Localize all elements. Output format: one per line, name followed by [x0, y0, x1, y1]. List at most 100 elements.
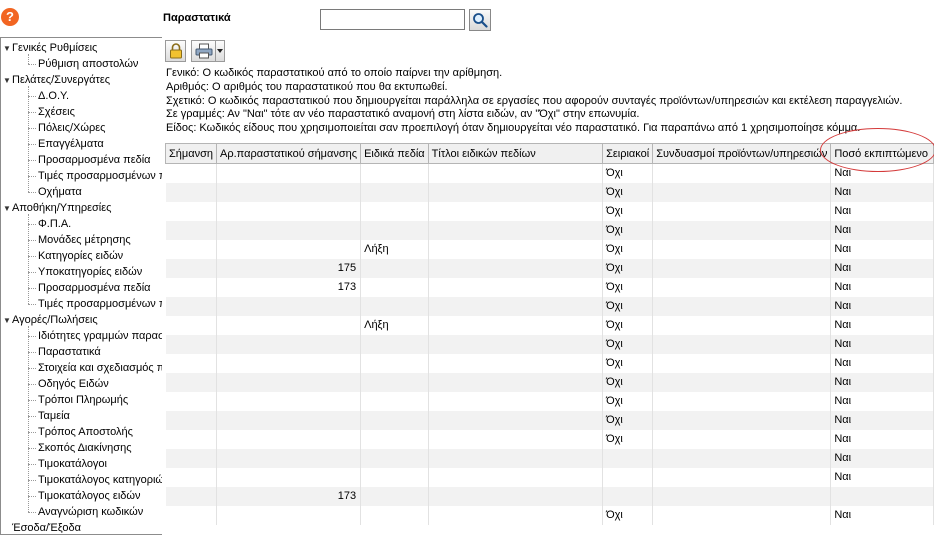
table-row[interactable]: Λήξη Όχι Ναι	[165, 239, 934, 259]
table-cell[interactable]: Ναι	[830, 296, 934, 316]
table-cell[interactable]	[652, 334, 832, 354]
column-header[interactable]: Αρ.παραστατικού σήμανσης	[216, 143, 362, 164]
table-cell[interactable]	[165, 353, 218, 373]
column-header[interactable]: Ποσό εκπιπτώμενο	[830, 143, 934, 164]
table-cell[interactable]	[165, 410, 218, 430]
table-cell[interactable]: Όχι	[602, 315, 654, 335]
table-row[interactable]: Όχι Ναι	[165, 391, 934, 411]
sidebar-item[interactable]: Τιμοκατάλογοι	[38, 456, 107, 472]
table-cell[interactable]	[428, 163, 604, 183]
search-button[interactable]	[469, 9, 491, 31]
table-cell[interactable]	[428, 315, 604, 335]
table-cell[interactable]	[360, 163, 429, 183]
table-cell[interactable]	[360, 391, 429, 411]
table-cell[interactable]	[360, 429, 429, 449]
table-cell[interactable]	[165, 372, 218, 392]
table-cell[interactable]	[165, 182, 218, 202]
table-cell[interactable]	[602, 486, 654, 506]
print-button[interactable]	[191, 40, 216, 62]
table-cell[interactable]	[652, 372, 832, 392]
table-cell[interactable]	[428, 182, 604, 202]
table-cell[interactable]	[360, 220, 429, 240]
sidebar-group-1[interactable]: ▼Πελάτες/Συνεργάτες	[3, 72, 110, 88]
expand-arrow-icon[interactable]: ▼	[3, 201, 12, 217]
table-cell[interactable]	[216, 448, 362, 468]
table-cell[interactable]	[360, 334, 429, 354]
sidebar-item[interactable]: Κατηγορίες ειδών	[38, 248, 123, 264]
table-cell[interactable]	[360, 258, 429, 278]
table-row[interactable]: Όχι Ναι	[165, 182, 934, 202]
table-cell[interactable]	[216, 163, 362, 183]
table-cell[interactable]	[428, 486, 604, 506]
table-row[interactable]: Όχι Ναι	[165, 334, 934, 354]
table-cell[interactable]	[165, 163, 218, 183]
sidebar-group-2[interactable]: ▼Αποθήκη/Υπηρεσίες	[3, 200, 111, 216]
table-cell[interactable]	[216, 201, 362, 221]
table-row[interactable]: 173 Όχι Ναι	[165, 277, 934, 297]
table-cell[interactable]	[360, 277, 429, 297]
table-row[interactable]: Όχι Ναι	[165, 220, 934, 240]
table-cell[interactable]: Όχι	[602, 201, 654, 221]
table-cell[interactable]	[360, 486, 429, 506]
sidebar-item[interactable]: Προσαρμοσμένα πεδία	[38, 280, 151, 296]
table-cell[interactable]	[165, 486, 218, 506]
table-row[interactable]: Όχι Ναι	[165, 372, 934, 392]
table-cell[interactable]: Όχι	[602, 353, 654, 373]
table-cell[interactable]	[165, 391, 218, 411]
table-cell[interactable]	[216, 220, 362, 240]
table-cell[interactable]	[165, 239, 218, 259]
table-cell[interactable]	[652, 239, 832, 259]
table-cell[interactable]	[428, 391, 604, 411]
table-cell[interactable]: Ναι	[830, 391, 934, 411]
table-cell[interactable]	[428, 467, 604, 487]
table-cell[interactable]	[652, 467, 832, 487]
table-cell[interactable]	[216, 467, 362, 487]
table-cell[interactable]	[216, 296, 362, 316]
table-row[interactable]: 175 Όχι Ναι	[165, 258, 934, 278]
table-cell[interactable]	[428, 277, 604, 297]
table-cell[interactable]	[652, 182, 832, 202]
table-cell[interactable]: Ναι	[830, 353, 934, 373]
table-cell[interactable]	[360, 448, 429, 468]
table-cell[interactable]: Όχι	[602, 334, 654, 354]
table-cell[interactable]	[830, 486, 934, 506]
table-cell[interactable]	[360, 296, 429, 316]
table-cell[interactable]: Ναι	[830, 239, 934, 259]
table-cell[interactable]	[165, 201, 218, 221]
table-cell[interactable]	[428, 258, 604, 278]
table-cell[interactable]	[652, 391, 832, 411]
table-cell[interactable]	[165, 315, 218, 335]
table-cell[interactable]: Όχι	[602, 163, 654, 183]
sidebar-item[interactable]: Ταμεία	[38, 408, 70, 424]
table-cell[interactable]	[428, 353, 604, 373]
table-cell[interactable]	[216, 315, 362, 335]
table-cell[interactable]	[428, 505, 604, 525]
table-row[interactable]: Όχι Ναι	[165, 429, 934, 449]
table-cell[interactable]: Όχι	[602, 296, 654, 316]
sidebar-item[interactable]: Ιδιότητες γραμμών παραστ	[38, 328, 162, 344]
table-cell[interactable]: Ναι	[830, 163, 934, 183]
sidebar-item[interactable]: Σχέσεις	[38, 104, 75, 120]
help-icon[interactable]: ?	[1, 8, 19, 26]
table-cell[interactable]	[428, 296, 604, 316]
table-cell[interactable]	[360, 182, 429, 202]
table-cell[interactable]	[652, 220, 832, 240]
table-cell[interactable]	[216, 372, 362, 392]
sidebar-item[interactable]: Πόλεις/Χώρες	[38, 120, 105, 136]
table-cell[interactable]: Ναι	[830, 258, 934, 278]
print-options-dropdown[interactable]	[215, 40, 225, 62]
sidebar-item[interactable]: Τιμές προσαρμοσμένων πεδ	[38, 168, 162, 184]
table-cell[interactable]	[428, 334, 604, 354]
search-input[interactable]	[320, 9, 465, 30]
table-cell[interactable]	[428, 372, 604, 392]
table-cell[interactable]	[428, 410, 604, 430]
table-cell[interactable]	[360, 467, 429, 487]
table-cell[interactable]	[428, 239, 604, 259]
table-row[interactable]: Όχι Ναι	[165, 296, 934, 316]
table-cell[interactable]: Ναι	[830, 467, 934, 487]
table-cell[interactable]	[652, 505, 832, 525]
table-cell[interactable]: Ναι	[830, 372, 934, 392]
expand-arrow-icon[interactable]: ▼	[3, 73, 12, 89]
table-cell[interactable]: Ναι	[830, 277, 934, 297]
sidebar-group-3[interactable]: ▼Αγορές/Πωλήσεις	[3, 312, 98, 328]
